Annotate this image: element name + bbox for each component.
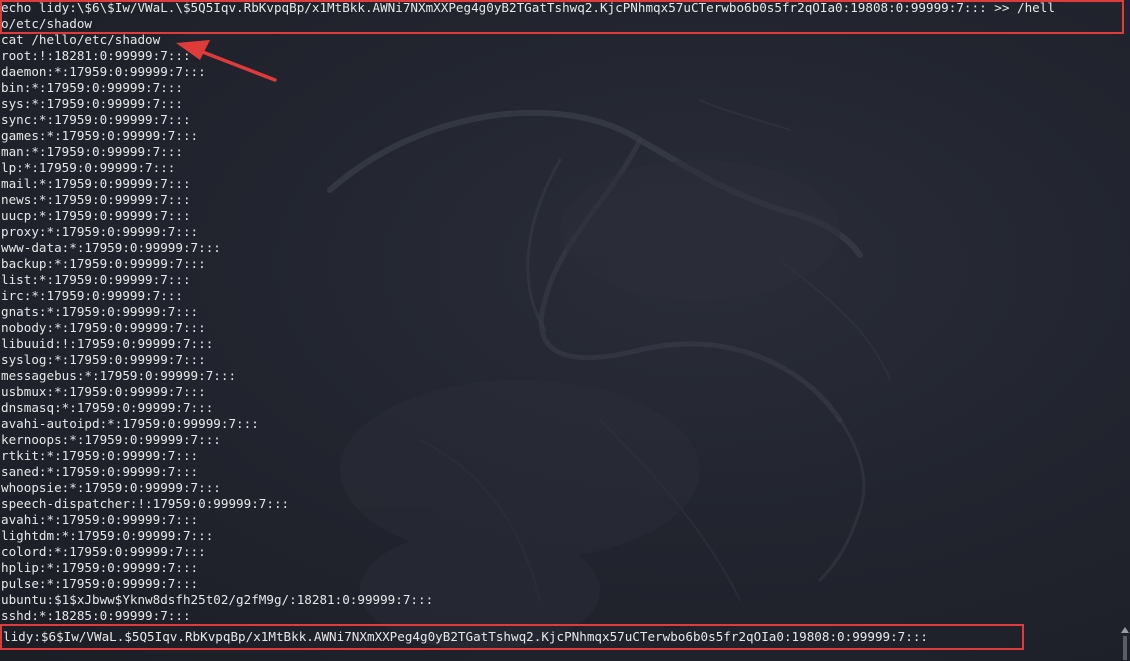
shadow-entry: usbmux:*:17959:0:99999:7:::	[1, 384, 206, 399]
echo-command-line-wrap: o/etc/shadow	[1, 16, 92, 31]
shadow-entry: speech-dispatcher:!:17959:0:99999:7:::	[1, 496, 290, 511]
echo-command-line: echo lidy:\$6\$Iw/VWaL.\$5Q5Iqv.RbKvpqBp…	[1, 0, 1055, 15]
shadow-entry: uucp:*:17959:0:99999:7:::	[1, 208, 191, 223]
shadow-entry: avahi:*:17959:0:99999:7:::	[1, 512, 199, 527]
shadow-entry: hplip:*:17959:0:99999:7:::	[1, 560, 199, 575]
shadow-entry: avahi-autoipd:*:17959:0:99999:7:::	[1, 416, 259, 431]
shadow-entry: lightdm:*:17959:0:99999:7:::	[1, 528, 214, 543]
shadow-entry: rtkit:*:17959:0:99999:7:::	[1, 448, 199, 463]
shadow-entry: pulse:*:17959:0:99999:7:::	[1, 576, 199, 591]
shadow-entry: www-data:*:17959:0:99999:7:::	[1, 240, 221, 255]
shadow-entry: whoopsie:*:17959:0:99999:7:::	[1, 480, 221, 495]
terminal-output: echo lidy:\$6\$Iw/VWaL.\$5Q5Iqv.RbKvpqBp…	[0, 0, 1130, 645]
shadow-entry: dnsmasq:*:17959:0:99999:7:::	[1, 400, 214, 415]
shadow-entry: list:*:17959:0:99999:7:::	[1, 272, 191, 287]
shadow-entry: colord:*:17959:0:99999:7:::	[1, 544, 206, 559]
appended-shadow-entry: lidy:$6$Iw/VWaL.$5Q5Iqv.RbKvpqBp/x1MtBkk…	[3, 629, 929, 644]
cat-command-line: cat /hello/etc/shadow	[1, 32, 161, 47]
shadow-entry: irc:*:17959:0:99999:7:::	[1, 288, 183, 303]
shadow-entry: root:!:18281:0:99999:7:::	[1, 48, 191, 63]
shadow-entry: saned:*:17959:0:99999:7:::	[1, 464, 199, 479]
shadow-entry: syslog:*:17959:0:99999:7:::	[1, 352, 206, 367]
shadow-entry: news:*:17959:0:99999:7:::	[1, 192, 191, 207]
shadow-entry: libuuid:!:17959:0:99999:7:::	[1, 336, 214, 351]
scrollbar[interactable]	[1120, 624, 1130, 661]
shadow-entry: gnats:*:17959:0:99999:7:::	[1, 304, 199, 319]
shadow-entry: sshd:*:18285:0:99999:7:::	[1, 608, 191, 623]
shadow-entry: proxy:*:17959:0:99999:7:::	[1, 224, 199, 239]
shadow-entry: games:*:17959:0:99999:7:::	[1, 128, 199, 143]
shadow-entry: man:*:17959:0:99999:7:::	[1, 144, 183, 159]
shadow-entry: backup:*:17959:0:99999:7:::	[1, 256, 206, 271]
shadow-entry: bin:*:17959:0:99999:7:::	[1, 80, 183, 95]
shadow-entry: nobody:*:17959:0:99999:7:::	[1, 320, 206, 335]
shadow-entry: sync:*:17959:0:99999:7:::	[1, 112, 191, 127]
shadow-entry: lp:*:17959:0:99999:7:::	[1, 160, 176, 175]
shadow-entry: mail:*:17959:0:99999:7:::	[1, 176, 191, 191]
terminal-window[interactable]: echo lidy:\$6\$Iw/VWaL.\$5Q5Iqv.RbKvpqBp…	[0, 0, 1130, 661]
shadow-entry: messagebus:*:17959:0:99999:7:::	[1, 368, 237, 383]
shadow-entry: ubuntu:$1$xJbww$Yknw8dsfh25t02/g2fM9g/:1…	[1, 592, 434, 607]
shadow-entry: sys:*:17959:0:99999:7:::	[1, 96, 183, 111]
shadow-entry: kernoops:*:17959:0:99999:7:::	[1, 432, 221, 447]
shadow-entry: daemon:*:17959:0:99999:7:::	[1, 64, 206, 79]
